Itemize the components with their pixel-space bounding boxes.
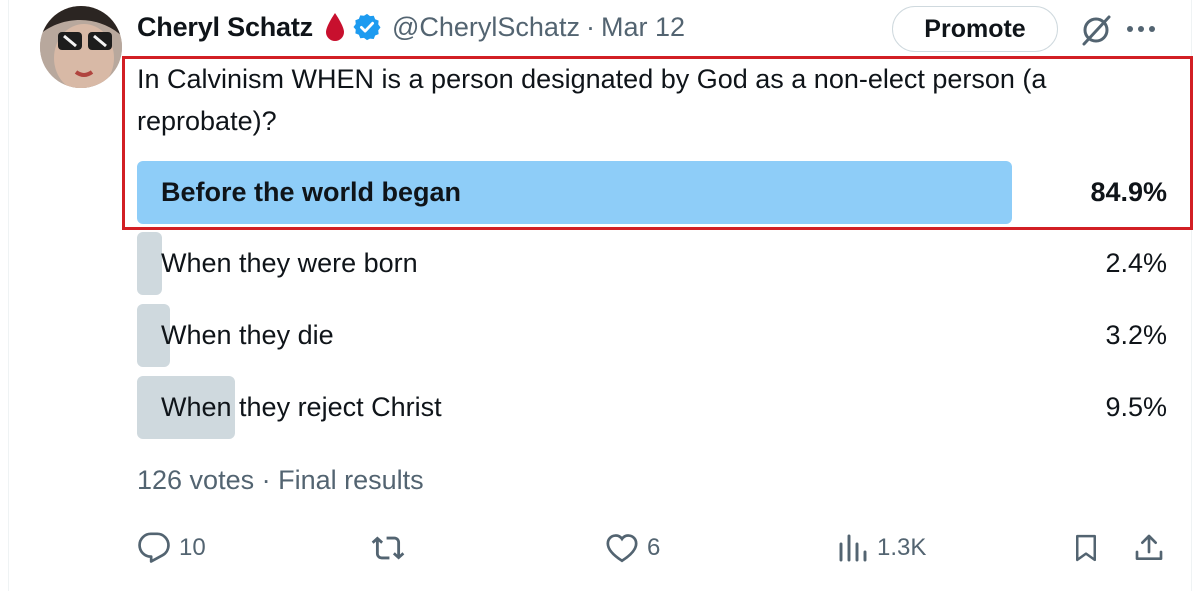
tweet-header: Cheryl Schatz @CherylSchatz · Mar 12	[137, 4, 685, 50]
views-button[interactable]: 1.3K	[837, 526, 926, 570]
poll-summary: 126 votes · Final results	[137, 465, 424, 495]
views-icon	[837, 531, 869, 565]
promote-button[interactable]: Promote	[892, 6, 1058, 52]
retweet-button[interactable]	[369, 526, 407, 570]
more-icon[interactable]	[1124, 14, 1158, 44]
like-icon	[605, 531, 639, 565]
bookmark-icon	[1071, 531, 1101, 565]
reply-icon	[137, 531, 171, 565]
action-bar: 10 6 1.3K	[137, 526, 1167, 570]
tweet-date[interactable]: Mar 12	[601, 12, 685, 43]
share-icon	[1133, 531, 1165, 565]
highlight-box	[122, 56, 1193, 230]
reply-count: 10	[179, 534, 206, 561]
poll-option-label: When they reject Christ	[161, 392, 442, 422]
author-name[interactable]: Cheryl Schatz	[137, 12, 313, 43]
share-button[interactable]	[1133, 526, 1165, 570]
poll-bar	[137, 232, 162, 295]
author-handle[interactable]: @CherylSchatz	[392, 12, 580, 43]
grok-icon[interactable]	[1078, 12, 1114, 48]
like-count: 6	[647, 534, 661, 561]
poll-option-percent: 9.5%	[1105, 392, 1167, 422]
blood-drop-icon	[325, 12, 345, 42]
verified-badge-icon[interactable]	[352, 12, 382, 42]
poll-option-label: When they die	[161, 320, 334, 350]
poll-option-3: When they die 3.2%	[137, 304, 1167, 367]
poll-option-percent: 3.2%	[1105, 320, 1167, 350]
views-count: 1.3K	[877, 534, 927, 561]
poll-option-4: When they reject Christ 9.5%	[137, 376, 1167, 439]
poll-option-2: When they were born 2.4%	[137, 232, 1167, 295]
separator-dot: ·	[585, 11, 595, 42]
poll-option-percent: 2.4%	[1105, 248, 1167, 278]
reply-button[interactable]: 10	[137, 526, 206, 570]
bookmark-button[interactable]	[1071, 526, 1101, 570]
like-button[interactable]: 6	[605, 526, 660, 570]
avatar[interactable]	[40, 6, 122, 88]
retweet-icon	[369, 531, 407, 565]
poll-option-label: When they were born	[161, 248, 418, 278]
